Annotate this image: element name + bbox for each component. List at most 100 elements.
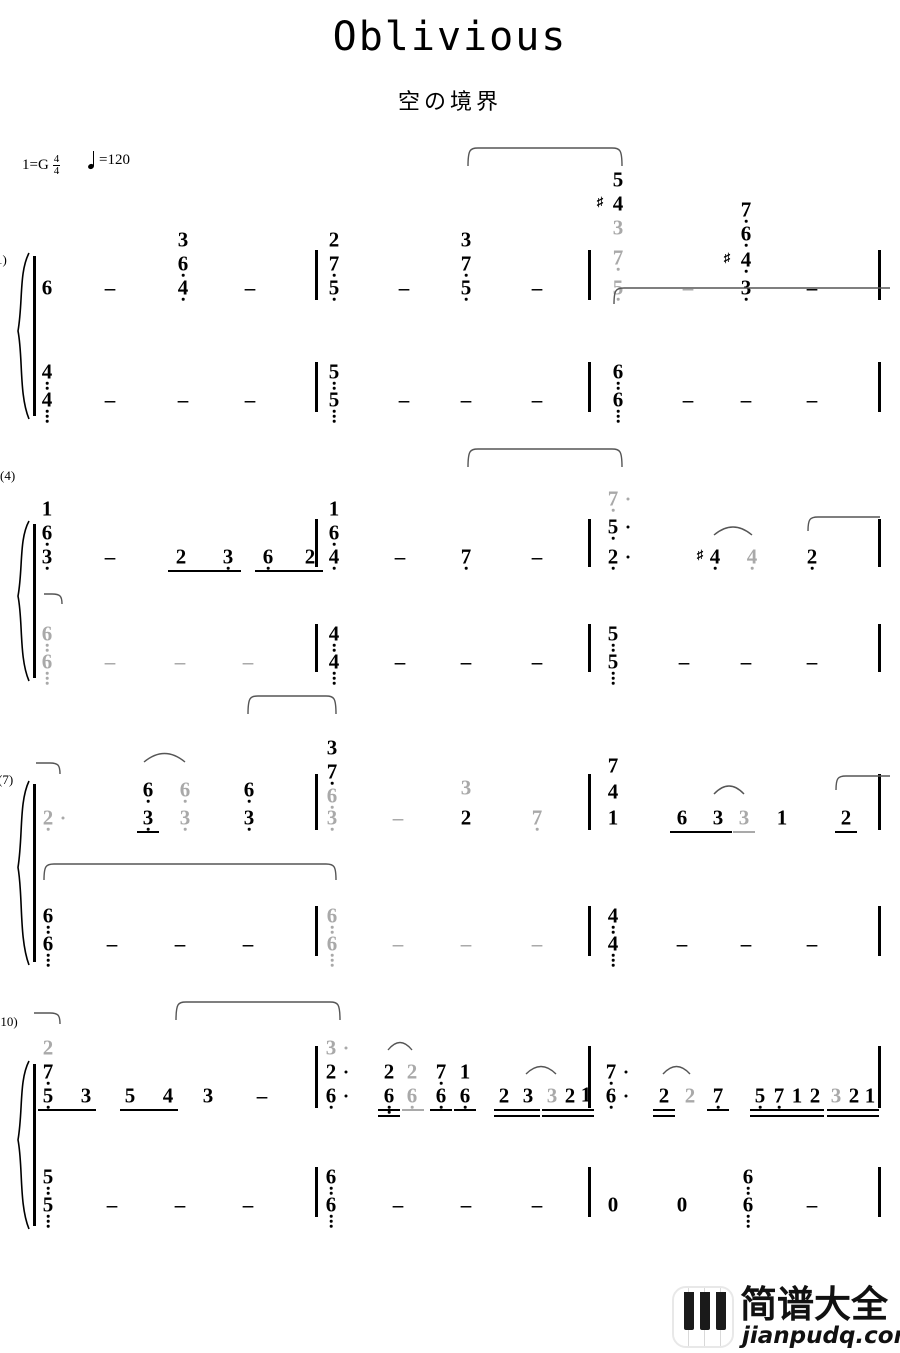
octave-dot [744,243,748,247]
note-numeral: 6 [435,1083,447,1108]
note-numeral: 3 [460,227,472,252]
note-numeral: 6 [326,903,338,928]
note-numeral: 3 [202,1083,214,1108]
note-numeral: 5 [754,1083,766,1108]
note-numeral: 6 [42,931,54,956]
octave-dot [746,1186,750,1190]
octave-dot [609,1105,613,1109]
augmentation-dot [626,555,630,559]
octave-dot [611,643,615,647]
measure-number: (10) [0,1014,18,1029]
octave-dot [616,267,620,271]
octave-dot [46,827,50,831]
note-numeral: 5 [42,1192,54,1217]
rest-dash: – [392,931,404,956]
rest-dash: – [460,649,472,674]
note-numeral: 6 [676,805,688,830]
octave-dot [611,681,615,685]
note-numeral: 4 [328,621,340,646]
octave-dot [266,566,270,570]
staff-brace [14,520,30,682]
rest-dash: – [174,649,186,674]
note-numeral: 5 [42,1164,54,1189]
octave-dot [535,827,539,831]
octave-dot [45,566,49,570]
octave-dot [439,1105,443,1109]
slur-arc [34,1011,62,1028]
octave-dot [45,409,49,413]
note-numeral: 6 [605,1083,617,1108]
rest-dash: – [174,931,186,956]
note-numeral: 4 [740,247,752,272]
octave-dot [46,1224,50,1228]
note-numeral: 2 [806,544,818,569]
octave-dot [46,1186,50,1190]
note-numeral: 7 [607,486,619,511]
slur-arc [662,1061,692,1078]
slur-arc [247,694,338,718]
note-numeral: 4 [41,359,53,384]
rest-dash: – [531,649,543,674]
note-numeral: 6 [41,275,53,300]
note-numeral: 5 [460,275,472,300]
octave-dot [330,827,334,831]
octave-dot [611,676,615,680]
note-numeral: 2 [325,1059,337,1084]
rest-dash: – [678,649,690,674]
note-numeral: 7 [712,1083,724,1108]
sharp-icon: ♯ [723,250,731,265]
note-numeral: 1 [459,1059,471,1084]
beam-line [38,1109,96,1112]
augmentation-dot [624,1094,628,1098]
slur-arc [467,447,624,471]
octave-dot [746,1214,750,1218]
barline [878,624,881,672]
beam-line [137,831,159,834]
octave-dot [46,1219,50,1223]
note-numeral: 3 [177,227,189,252]
note-numeral: 4 [709,544,721,569]
note-numeral: 2 [304,544,316,569]
note-numeral: 7 [612,245,624,270]
note-numeral: 7 [435,1059,447,1084]
rest-dash: – [177,387,189,412]
beam-line [378,1109,400,1112]
beam-line [653,1115,675,1118]
octave-dot [330,925,334,929]
note-numeral: 4 [746,544,758,569]
beam-line [168,570,241,573]
octave-dot [611,958,615,962]
sharp-icon: ♯ [596,194,604,209]
note-numeral: 6 [406,1083,418,1108]
octave-dot [758,1105,762,1109]
note-numeral: 1 [328,496,340,521]
rest-dash: – [174,1192,186,1217]
octave-dot [46,1214,50,1218]
augmentation-dot [61,816,65,820]
note-numeral: 2 [406,1059,418,1084]
rest-dash: – [531,275,543,300]
rest-dash: – [531,544,543,569]
note-numeral: 2 [564,1083,576,1108]
watermark[interactable]: 简谱大全 jianpudq.com [672,1286,900,1348]
octave-dot [616,409,620,413]
beam-line [454,1109,476,1112]
barline [315,250,318,300]
barline [315,774,318,830]
note-numeral: 1 [607,805,619,830]
note-numeral: 6 [243,777,255,802]
note-numeral: 2 [175,544,187,569]
octave-dot [713,566,717,570]
octave-dot [810,566,814,570]
note-numeral: 6 [612,387,624,412]
augmentation-dot [626,525,630,529]
octave-dot [329,1214,333,1218]
barline [315,624,318,672]
note-numeral: 6 [41,520,53,545]
barline [878,1167,881,1217]
note-numeral: 3 [830,1083,842,1108]
note-numeral: 3 [222,544,234,569]
beam-line [120,1109,178,1112]
note-numeral: 2 [840,805,852,830]
beam-line [255,570,323,573]
